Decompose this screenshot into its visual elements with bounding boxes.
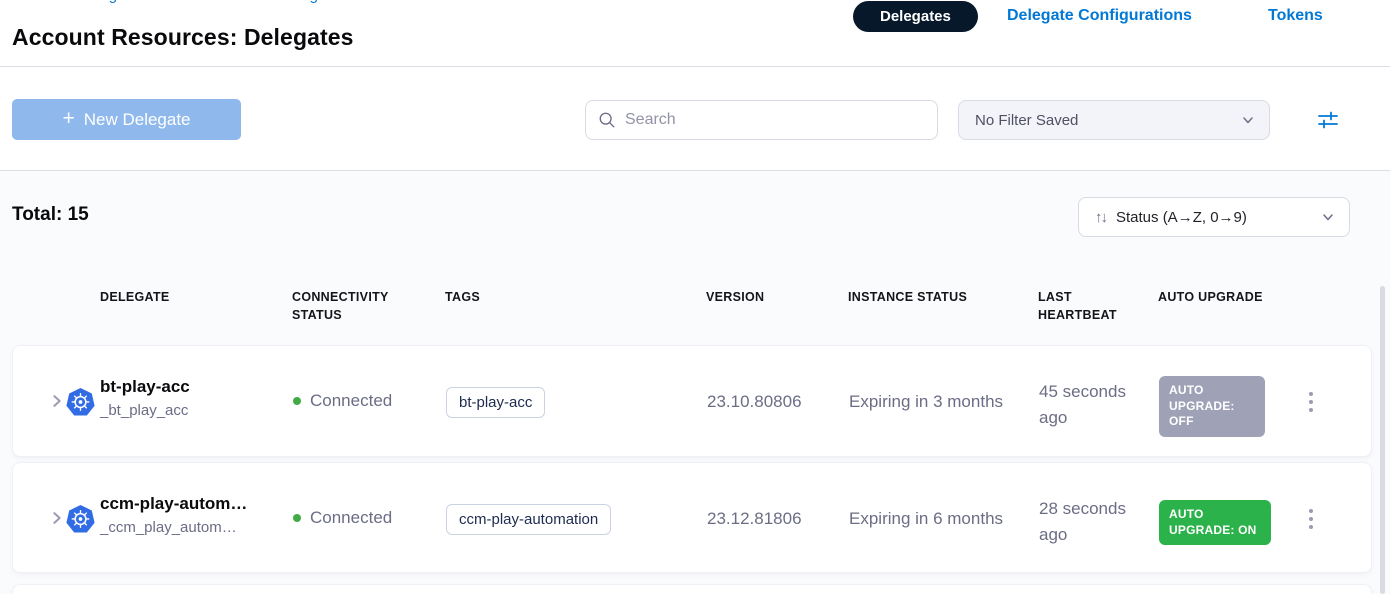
delegates-page: Account Settings / Account Resources / D… <box>0 0 1390 594</box>
delegate-id: _ccm_play_autom… <box>100 519 237 536</box>
row-menu-button[interactable] <box>1303 386 1319 418</box>
connected-dot-icon <box>293 514 301 522</box>
tab-delegates-label: Delegates <box>880 8 951 25</box>
connectivity-status: Connected <box>293 508 392 528</box>
auto-upgrade-badge: AUTO UPGRADE: ON <box>1159 500 1271 545</box>
filter-settings-icon <box>1316 109 1340 131</box>
connectivity-label: Connected <box>310 508 392 528</box>
delegate-row[interactable]: bt-play-acc _bt_play_acc Connected bt-pl… <box>12 345 1372 457</box>
sort-arrows-icon: ↑↓ <box>1095 209 1106 226</box>
filter-settings-button[interactable] <box>1314 107 1342 133</box>
column-header-auto-upgrade: AUTO UPGRADE <box>1158 288 1263 306</box>
column-header-delegate: DELEGATE <box>100 288 170 306</box>
chevron-right-icon <box>49 393 65 409</box>
tab-delegates[interactable]: Delegates <box>853 1 978 32</box>
search-icon <box>598 111 616 129</box>
new-delegate-label: New Delegate <box>84 110 191 130</box>
kubernetes-icon <box>66 388 95 417</box>
breadcrumb-text[interactable]: Account Settings / Account Resources / D… <box>12 0 432 4</box>
search-box[interactable] <box>585 100 938 140</box>
delegate-name: bt-play-acc <box>100 377 190 397</box>
tag-chip: ccm-play-automation <box>446 504 611 535</box>
kubernetes-icon <box>66 505 95 534</box>
chevron-down-icon <box>1241 113 1255 127</box>
saved-filter-dropdown[interactable]: No Filter Saved <box>958 100 1270 140</box>
search-input[interactable] <box>625 111 925 129</box>
plus-icon: + <box>62 108 74 129</box>
expand-row-button[interactable] <box>49 392 67 410</box>
instance-status: Expiring in 6 months <box>849 509 1003 529</box>
last-heartbeat: 28 seconds ago <box>1039 496 1151 547</box>
column-header-version: VERSION <box>706 288 764 306</box>
auto-upgrade-badge: AUTO UPGRADE: OFF <box>1159 376 1265 437</box>
column-header-last-heartbeat: LAST HEARTBEAT <box>1038 288 1138 324</box>
sort-dropdown[interactable]: ↑↓ Status (A→Z, 0→9) <box>1078 197 1350 237</box>
row-menu-button[interactable] <box>1303 503 1319 535</box>
chevron-down-icon <box>1321 210 1335 224</box>
connected-dot-icon <box>293 397 301 405</box>
tab-delegate-configurations[interactable]: Delegate Configurations <box>1007 7 1192 25</box>
saved-filter-value: No Filter Saved <box>975 112 1241 129</box>
header-divider <box>0 66 1390 67</box>
connectivity-status: Connected <box>293 391 392 411</box>
delegate-version: 23.12.81806 <box>707 509 802 529</box>
sort-value: Status (A→Z, 0→9) <box>1116 209 1311 226</box>
delegate-row[interactable]: ccm-play-autom… _ccm_play_autom… Connect… <box>12 462 1372 573</box>
delegate-id: _bt_play_acc <box>100 402 188 419</box>
delegate-row[interactable] <box>12 584 1372 594</box>
tab-tokens[interactable]: Tokens <box>1268 7 1323 25</box>
breadcrumb[interactable]: Account Settings / Account Resources / D… <box>12 0 432 6</box>
delegate-version: 23.10.80806 <box>707 392 802 412</box>
page-title: Account Resources: Delegates <box>12 24 354 51</box>
instance-status: Expiring in 3 months <box>849 392 1003 412</box>
new-delegate-button[interactable]: + New Delegate <box>12 99 241 140</box>
delegate-name: ccm-play-autom… <box>100 494 247 514</box>
vertical-scrollbar[interactable] <box>1380 286 1385 594</box>
column-header-instance-status: INSTANCE STATUS <box>848 288 967 306</box>
chevron-right-icon <box>49 510 65 526</box>
column-header-connectivity-status: CONNECTIVITY STATUS <box>292 288 424 324</box>
expand-row-button[interactable] <box>49 509 67 527</box>
tag-chip: bt-play-acc <box>446 387 545 418</box>
last-heartbeat: 45 seconds ago <box>1039 379 1151 430</box>
total-count: Total: 15 <box>12 204 89 226</box>
connectivity-label: Connected <box>310 391 392 411</box>
column-header-tags: TAGS <box>445 288 480 306</box>
